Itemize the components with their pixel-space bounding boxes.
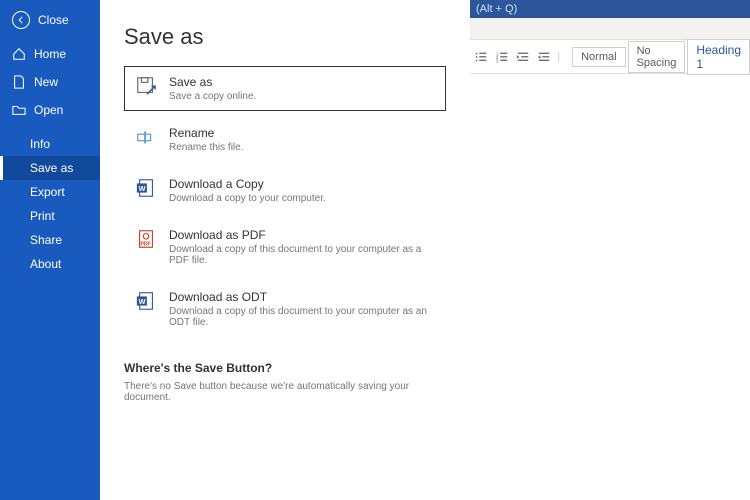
nav-open[interactable]: Open <box>0 96 100 124</box>
style-no-spacing[interactable]: No Spacing <box>628 41 686 73</box>
option-rename[interactable]: Rename Rename this file. <box>124 117 446 162</box>
back-arrow-icon <box>12 11 30 29</box>
nav-new[interactable]: New <box>0 68 100 96</box>
increase-indent-icon[interactable] <box>536 48 551 66</box>
nav-label: New <box>34 75 58 89</box>
file-menu-sidebar: Close Home New Open Info Save as <box>0 0 100 500</box>
nav-label: Share <box>30 233 62 247</box>
bullets-icon[interactable] <box>474 48 489 66</box>
option-desc: Rename this file. <box>169 142 243 153</box>
home-icon <box>12 47 26 61</box>
nav-label: About <box>30 257 61 271</box>
nav-label: Export <box>30 185 65 199</box>
option-desc: Download a copy to your computer. <box>169 193 326 204</box>
svg-text:PDF: PDF <box>141 241 151 247</box>
search-hint: (Alt + Q) <box>476 3 517 15</box>
open-folder-icon <box>12 103 26 117</box>
nav-info[interactable]: Info <box>0 132 100 156</box>
nav-label: Home <box>34 47 66 61</box>
page-title: Save as <box>124 24 446 50</box>
note-heading: Where's the Save Button? <box>124 361 446 375</box>
ribbon-toolbar: 123 | Normal No Spacing Heading 1 <box>470 40 750 74</box>
nav-label: Open <box>34 103 63 117</box>
option-title: Save as <box>169 75 256 89</box>
rename-icon <box>135 126 157 148</box>
option-download-odt[interactable]: W Download as ODT Download a copy of thi… <box>124 281 446 337</box>
option-title: Rename <box>169 126 243 140</box>
document-area <box>470 0 750 500</box>
style-heading1[interactable]: Heading 1 <box>687 39 750 75</box>
svg-text:W: W <box>139 184 146 193</box>
close-label: Close <box>38 13 69 27</box>
nav-print[interactable]: Print <box>0 204 100 228</box>
app-titlebar: (Alt + Q) <box>470 0 750 18</box>
nav-export[interactable]: Export <box>0 180 100 204</box>
option-title: Download as PDF <box>169 228 435 242</box>
word-file-icon: W <box>135 177 157 199</box>
nav-label: Info <box>30 137 50 151</box>
option-save-as[interactable]: Save as Save a copy online. <box>124 66 446 111</box>
save-note: Where's the Save Button? There's no Save… <box>124 361 446 403</box>
style-normal[interactable]: Normal <box>572 47 625 67</box>
style-gallery[interactable]: Normal No Spacing Heading 1 <box>572 39 750 75</box>
numbering-icon[interactable]: 123 <box>495 48 510 66</box>
nav-share[interactable]: Share <box>0 228 100 252</box>
option-download-pdf[interactable]: PDF Download as PDF Download a copy of t… <box>124 219 446 275</box>
odt-file-icon: W <box>135 290 157 312</box>
new-file-icon <box>12 75 26 89</box>
option-title: Download as ODT <box>169 290 435 304</box>
close-button[interactable]: Close <box>0 0 100 40</box>
decrease-indent-icon[interactable] <box>516 48 531 66</box>
nav-label: Print <box>30 209 55 223</box>
nav-home[interactable]: Home <box>0 40 100 68</box>
option-desc: Download a copy of this document to your… <box>169 244 435 266</box>
nav-label: Save as <box>30 161 73 175</box>
nav-save-as[interactable]: Save as <box>0 156 100 180</box>
option-desc: Download a copy of this document to your… <box>169 306 435 328</box>
pdf-file-icon: PDF <box>135 228 157 250</box>
save-as-icon <box>135 75 157 97</box>
option-desc: Save a copy online. <box>169 91 256 102</box>
option-title: Download a Copy <box>169 177 326 191</box>
nav-about[interactable]: About <box>0 252 100 276</box>
svg-text:W: W <box>139 297 146 306</box>
ribbon-tabs <box>470 18 750 40</box>
option-download-copy[interactable]: W Download a Copy Download a copy to you… <box>124 168 446 213</box>
save-as-panel: Save as Save as Save a copy online. Rena… <box>100 0 470 500</box>
note-body: There's no Save button because we're aut… <box>124 381 446 403</box>
svg-text:3: 3 <box>496 58 499 63</box>
